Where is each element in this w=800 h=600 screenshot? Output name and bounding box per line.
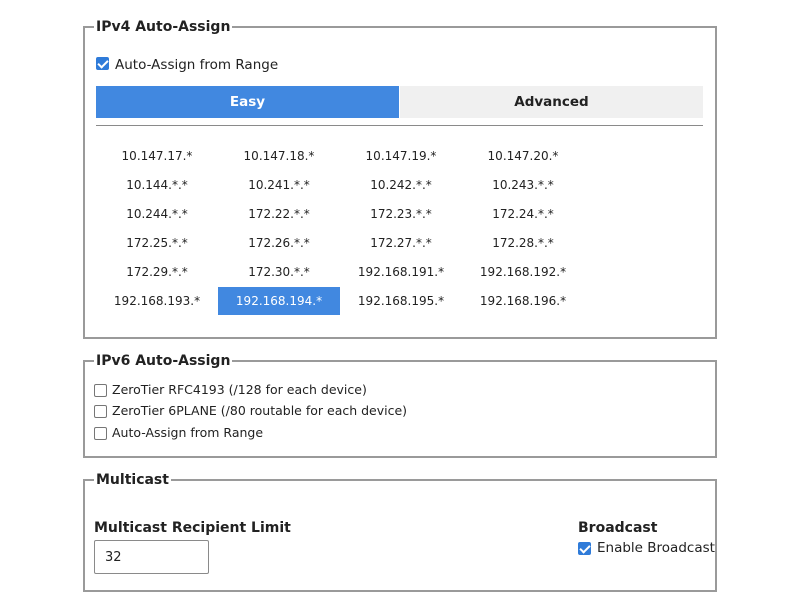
ipv6-auto-assign-checkbox[interactable] — [94, 427, 107, 440]
ipv4-auto-assign-label: Auto-Assign from Range — [115, 57, 279, 73]
multicast-recipient-limit-input[interactable] — [94, 540, 209, 574]
ip-range-option[interactable]: 10.243.*.* — [462, 171, 584, 199]
tab-divider — [96, 125, 703, 126]
ipv4-legend: IPv4 Auto-Assign — [96, 19, 231, 35]
ip-range-option[interactable]: 192.168.191.* — [340, 258, 462, 286]
ip-range-option[interactable]: 10.244.*.* — [96, 200, 218, 228]
ip-range-option[interactable]: 172.29.*.* — [96, 258, 218, 286]
ip-range-option[interactable]: 172.26.*.* — [218, 229, 340, 257]
enable-broadcast-checkbox[interactable] — [578, 542, 591, 555]
ip-range-option[interactable]: 172.27.*.* — [340, 229, 462, 257]
ipv6-legend: IPv6 Auto-Assign — [96, 353, 231, 369]
tab-advanced[interactable]: Advanced — [400, 86, 703, 118]
ip-range-option[interactable]: 172.22.*.* — [218, 200, 340, 228]
ip-range-option[interactable]: 10.147.19.* — [340, 142, 462, 170]
ipv6-rfc4193-checkbox[interactable] — [94, 384, 107, 397]
ip-range-option[interactable]: 10.242.*.* — [340, 171, 462, 199]
ip-range-option[interactable]: 10.147.18.* — [218, 142, 340, 170]
ip-range-option[interactable]: 192.168.194.* — [218, 287, 340, 315]
ipv6-auto-assign-label: Auto-Assign from Range — [112, 425, 264, 440]
ip-range-option[interactable]: 192.168.195.* — [340, 287, 462, 315]
broadcast-heading: Broadcast — [578, 520, 658, 536]
ip-range-option[interactable]: 172.30.*.* — [218, 258, 340, 286]
ipv6-rfc4193-label: ZeroTier RFC4193 (/128 for each device) — [112, 382, 367, 397]
tab-easy[interactable]: Easy — [96, 86, 399, 118]
ip-range-option[interactable]: 172.24.*.* — [462, 200, 584, 228]
enable-broadcast-label: Enable Broadcast — [597, 540, 715, 556]
ip-range-option[interactable]: 10.144.*.* — [96, 171, 218, 199]
multicast-legend: Multicast — [96, 472, 169, 488]
ip-range-option[interactable]: 192.168.192.* — [462, 258, 584, 286]
ip-range-option[interactable]: 192.168.193.* — [96, 287, 218, 315]
multicast-recipient-limit-label: Multicast Recipient Limit — [94, 520, 291, 536]
ip-range-option[interactable]: 10.147.17.* — [96, 142, 218, 170]
ipv6-6plane-checkbox[interactable] — [94, 405, 107, 418]
ip-range-option[interactable]: 172.28.*.* — [462, 229, 584, 257]
ip-range-option[interactable]: 172.25.*.* — [96, 229, 218, 257]
ipv4-auto-assign-checkbox[interactable] — [96, 57, 109, 70]
ipv6-6plane-label: ZeroTier 6PLANE (/80 routable for each d… — [112, 403, 408, 418]
ip-range-option[interactable]: 10.241.*.* — [218, 171, 340, 199]
ip-range-option[interactable]: 172.23.*.* — [340, 200, 462, 228]
ip-range-option[interactable]: 10.147.20.* — [462, 142, 584, 170]
ip-range-option[interactable]: 192.168.196.* — [462, 287, 584, 315]
